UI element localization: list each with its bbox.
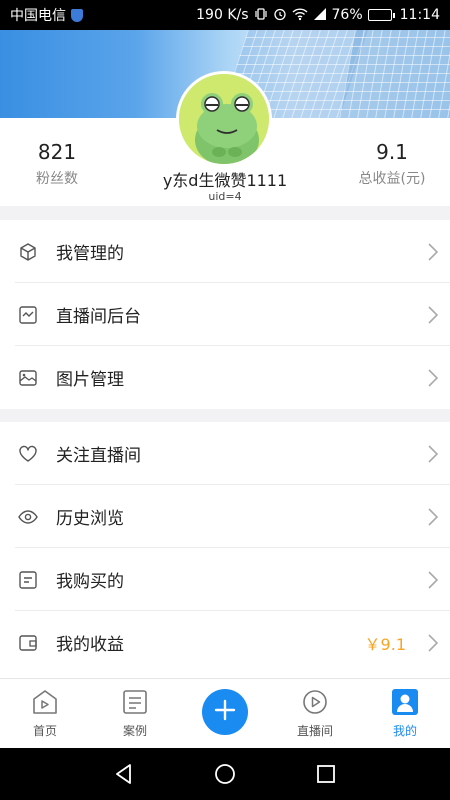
menu-label: 关注直播间 (56, 446, 141, 466)
vibrate-icon (254, 7, 268, 23)
menu-group-manage: 我管理的 直播间后台 图片管理 (0, 220, 450, 409)
tab-me[interactable]: 我的 (360, 679, 450, 749)
section-divider (0, 206, 450, 220)
chevron-right-icon (416, 242, 450, 261)
menu-label: 我管理的 (56, 244, 124, 264)
username: y东d生微赞1111 (162, 171, 288, 190)
menu-item-image-management[interactable]: 图片管理 (0, 346, 450, 409)
tab-label: 案例 (122, 724, 147, 738)
tab-home[interactable]: 首页 (0, 679, 90, 749)
tab-label: 直播间 (296, 724, 333, 738)
earnings-stat[interactable]: 9.1 总收益(元) (350, 140, 434, 188)
menu-group-activity: 关注直播间 历史浏览 我购买的 我的收益 ￥9.1 (0, 422, 450, 674)
home-play-icon (31, 688, 59, 716)
user-icon (391, 688, 419, 716)
back-icon[interactable] (112, 762, 136, 786)
wifi-icon (292, 7, 308, 23)
heart-icon (0, 444, 56, 464)
menu-item-history[interactable]: 历史浏览 (0, 485, 450, 548)
tab-cases[interactable]: 案例 (90, 679, 180, 749)
tab-label: 我的 (392, 724, 417, 738)
battery-percent: 76% (331, 7, 363, 23)
menu-item-earnings[interactable]: 我的收益 ￥9.1 (0, 611, 450, 674)
document-icon (121, 688, 149, 716)
monitor-icon (0, 305, 56, 325)
menu-item-purchases[interactable]: 我购买的 (0, 548, 450, 611)
chevron-right-icon (416, 570, 450, 589)
recents-icon[interactable] (314, 762, 338, 786)
tab-live-room[interactable]: 直播间 (270, 679, 360, 749)
chevron-right-icon (416, 368, 450, 387)
shield-icon (71, 8, 83, 22)
live-play-icon (301, 688, 329, 716)
alarm-icon (273, 7, 287, 23)
menu-label: 图片管理 (56, 370, 124, 390)
home-icon[interactable] (213, 762, 237, 786)
menu-item-followed-live[interactable]: 关注直播间 (0, 422, 450, 485)
eye-icon (0, 507, 56, 527)
fans-label: 粉丝数 (36, 171, 78, 187)
chevron-right-icon (416, 633, 450, 652)
list-icon (0, 570, 56, 590)
clock: 11:14 (399, 7, 440, 23)
signal-icon (313, 7, 327, 23)
fans-count: 821 (37, 140, 77, 164)
menu-label: 直播间后台 (56, 307, 141, 327)
earnings-label: 总收益(元) (358, 171, 426, 187)
earnings-value: 9.1 (376, 140, 408, 164)
avatar[interactable] (176, 71, 272, 167)
image-icon (0, 368, 56, 388)
system-nav-bar (0, 748, 450, 800)
earnings-amount: ￥9.1 (364, 634, 406, 654)
menu-item-managed[interactable]: 我管理的 (0, 220, 450, 283)
wallet-icon (0, 633, 56, 653)
carrier-name: 中国电信 (10, 8, 66, 24)
chevron-right-icon (416, 507, 450, 526)
bottom-tab-bar: 首页 案例 直播间 我的 (0, 678, 450, 748)
menu-label: 我的收益 (56, 635, 124, 655)
frog-avatar-icon (179, 74, 269, 164)
plus-icon (213, 698, 237, 726)
section-divider (0, 409, 450, 422)
battery-icon (367, 9, 395, 21)
tab-label: 首页 (32, 724, 57, 738)
status-bar: 中国电信 190 K/s 76% 11:14 (0, 0, 450, 30)
profile-header: 821 粉丝数 y东d生微赞1111 uid=4 9.1 总收益(元) (0, 71, 450, 206)
chevron-right-icon (416, 305, 450, 324)
menu-label: 我购买的 (56, 572, 124, 592)
create-button[interactable] (202, 689, 248, 735)
menu-item-live-backend[interactable]: 直播间后台 (0, 283, 450, 346)
cube-icon (0, 242, 56, 262)
chevron-right-icon (416, 444, 450, 463)
user-id: uid=4 (208, 190, 242, 203)
fans-stat[interactable]: 821 粉丝数 (22, 140, 92, 188)
menu-label: 历史浏览 (56, 509, 124, 529)
network-speed: 190 K/s (196, 7, 249, 23)
